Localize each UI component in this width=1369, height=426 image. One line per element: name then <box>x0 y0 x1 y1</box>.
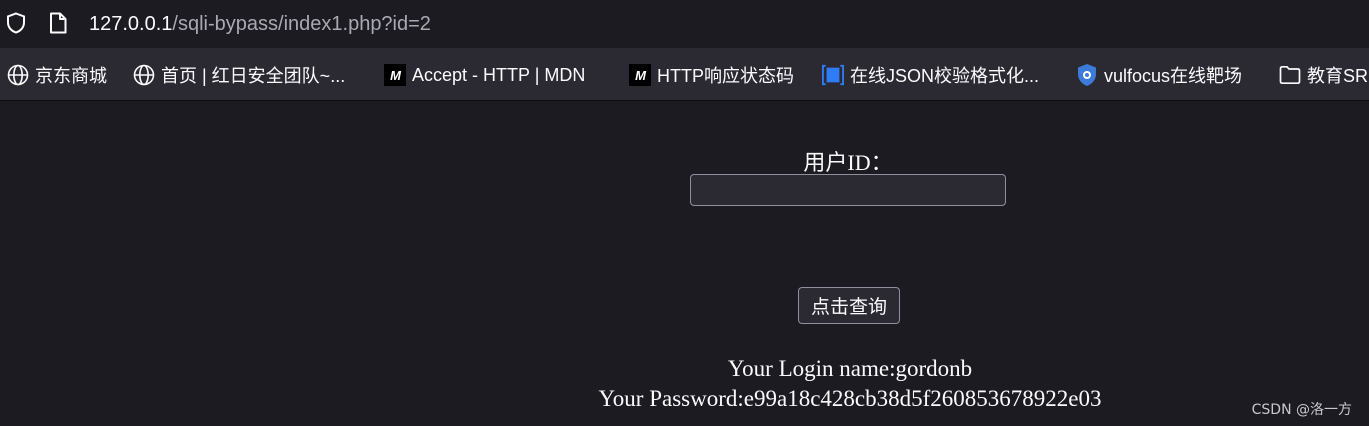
url-path: /sqli-bypass/index1.php?id=2 <box>172 13 431 35</box>
bookmark-vulfocus[interactable]: vulfocus在线靶场 <box>1076 62 1242 88</box>
page-icon[interactable] <box>49 12 67 34</box>
url-text[interactable]: 127.0.0.1/sqli-bypass/index1.php?id=2 <box>89 10 431 38</box>
url-bar[interactable]: 127.0.0.1/sqli-bypass/index1.php?id=2 <box>0 0 1369 48</box>
vulfocus-shield-icon <box>1076 64 1098 86</box>
bookmark-folder-education[interactable]: 教育SR <box>1279 62 1368 88</box>
csdn-watermark: CSDN @洛一方 <box>1251 402 1352 418</box>
bookmark-label: 在线JSON校验格式化... <box>850 66 1040 86</box>
folder-icon <box>1279 64 1301 86</box>
user-id-label: 用户ID： <box>803 150 893 175</box>
bookmark-label: HTTP响应状态码 <box>657 66 794 86</box>
bookmark-hongri[interactable]: 首页 | 红日安全团队~... <box>133 62 345 88</box>
bookmarks-toolbar: 京东商城 首页 | 红日安全团队~... M Accept - HTTP | M… <box>0 48 1369 101</box>
bookmark-label: vulfocus在线靶场 <box>1104 66 1243 86</box>
bookmark-label: 京东商城 <box>35 66 107 86</box>
bookmark-jd[interactable]: 京东商城 <box>7 62 107 88</box>
page-content: 用户ID： 点击查询 Your Login name:gordonb Your … <box>0 101 1369 426</box>
user-id-input[interactable] <box>690 174 1006 206</box>
mdn-icon: M <box>629 64 651 86</box>
globe-icon <box>7 64 29 86</box>
shield-icon[interactable] <box>6 12 26 34</box>
bookmark-label: Accept - HTTP | MDN <box>412 64 586 85</box>
password-result: Your Password:e99a18c428cb38d5f260853678… <box>598 386 1102 411</box>
bookmark-mdn-accept[interactable]: M Accept - HTTP | MDN <box>384 62 585 88</box>
bookmark-label: 首页 | 红日安全团队~... <box>161 66 346 86</box>
url-host: 127.0.0.1 <box>89 13 173 35</box>
bookmark-http-status[interactable]: M HTTP响应状态码 <box>629 62 794 88</box>
bejson-icon <box>822 64 844 86</box>
bookmark-label: 教育SR <box>1307 66 1369 86</box>
query-button[interactable]: 点击查询 <box>798 287 900 324</box>
globe-icon <box>133 64 155 86</box>
bookmark-json[interactable]: 在线JSON校验格式化... <box>822 62 1039 88</box>
login-name-result: Your Login name:gordonb <box>727 356 973 381</box>
mdn-icon: M <box>384 64 406 86</box>
